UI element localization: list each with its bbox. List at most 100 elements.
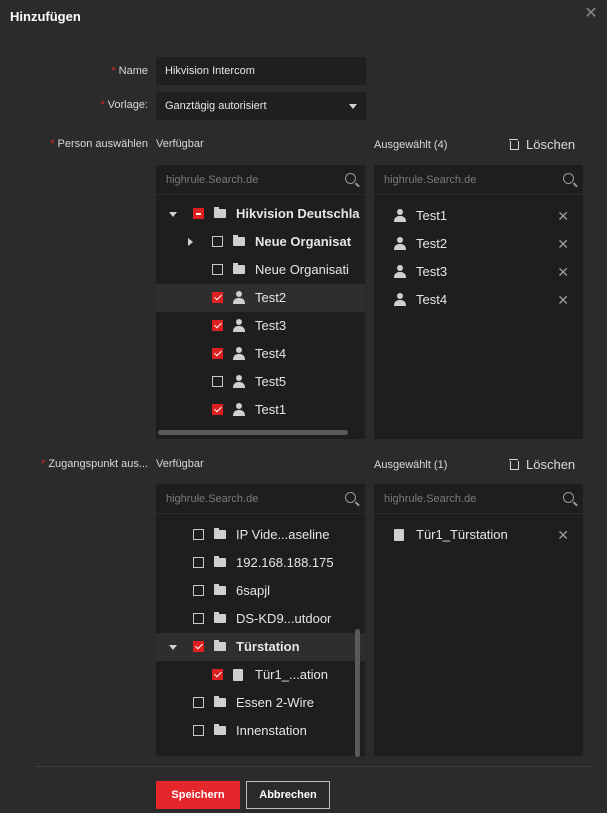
tree-row[interactable]: Test3 [156,312,365,340]
tree-row[interactable]: Hikvision Deutschla [156,200,365,228]
tree-row[interactable]: DS-KD9...utdoor [156,605,365,633]
access-selected-label: Ausgewählt (1) [374,459,448,471]
cancel-button[interactable]: Abbrechen [246,781,330,809]
tree-row[interactable]: Essen 2-Wire [156,689,365,717]
person-icon [394,293,406,306]
tree-checkbox[interactable] [193,208,204,219]
access-clear-button[interactable]: Löschen [509,457,575,472]
device-icon [233,669,243,681]
tree-checkbox[interactable] [212,404,223,415]
tree-checkbox[interactable] [193,697,204,708]
tree-label: Essen 2-Wire [236,695,315,710]
tree-checkbox[interactable] [193,529,204,540]
tree-checkbox[interactable] [193,725,204,736]
person-icon [394,237,406,250]
tree-checkbox[interactable] [193,557,204,568]
tree-checkbox[interactable] [212,292,223,303]
folder-icon [214,640,226,651]
tree-label: 6sapjl [236,583,270,598]
persons-selected-search-input[interactable]: highrule.Search.de [374,165,583,195]
selected-item: Test2 ✕ [374,230,583,258]
folder-icon [214,584,226,595]
tree-checkbox[interactable] [193,585,204,596]
selected-item-label: Tür1_Türstation [416,527,508,542]
person-icon [233,319,245,332]
search-icon[interactable] [563,173,574,184]
horizontal-scrollbar[interactable] [158,430,348,435]
person-icon [394,265,406,278]
close-icon[interactable]: ✕ [557,521,569,549]
persons-selected-label: Ausgewählt (4) [374,139,448,151]
template-select-value: Ganztägig autorisiert [165,100,267,112]
tree-label: Test3 [255,318,287,333]
tree-row[interactable]: Türstation [156,633,365,661]
persons-clear-button[interactable]: Löschen [509,137,575,152]
tree-label: Test2 [255,290,287,305]
vertical-scrollbar[interactable] [355,629,360,757]
search-icon[interactable] [563,492,574,503]
caret-right-icon[interactable] [188,238,193,246]
caret-down-icon[interactable] [169,645,177,650]
tree-row[interactable]: 192.168.188.175 [156,549,365,577]
selected-item: Test1 ✕ [374,202,583,230]
folder-icon [214,724,226,735]
tree-checkbox[interactable] [212,669,223,680]
tree-row[interactable]: Neue Organisati [156,256,365,284]
tree-checkbox[interactable] [212,264,223,275]
tree-label: Tür1_...ation [255,667,328,682]
access-selected-search-input[interactable]: highrule.Search.de [374,484,583,514]
tree-row[interactable]: Tür1_...ation [156,661,365,689]
folder-icon [214,528,226,539]
tree-checkbox[interactable] [212,236,223,247]
tree-checkbox[interactable] [193,613,204,624]
close-icon[interactable]: ✕ [557,258,569,286]
save-button[interactable]: Speichern [156,781,240,809]
selected-item-label: Test3 [416,264,448,279]
close-icon[interactable]: ✕ [557,202,569,230]
tree-checkbox[interactable] [212,348,223,359]
close-icon[interactable]: ✕ [557,230,569,258]
add-dialog: Hinzufügen ✕ * Name Hikvision Intercom * V… [0,0,607,813]
persons-available-search-input[interactable]: highrule.Search.de [156,165,365,195]
tree-row[interactable]: Neue Organisat [156,228,365,256]
tree-label: 192.168.188.175 [236,555,334,570]
tree-checkbox[interactable] [193,641,204,652]
access-available-panel: highrule.Search.de IP Vide...aseline 192.… [156,484,365,757]
selected-item: Test3 ✕ [374,258,583,286]
name-input[interactable]: Hikvision Intercom [156,57,366,85]
selected-item-label: Test2 [416,236,448,251]
tree-row[interactable]: Test5 [156,368,365,396]
search-icon[interactable] [345,173,356,184]
tree-row[interactable]: Innenstation [156,717,365,745]
person-icon [233,375,245,388]
tree-label: Hikvision Deutschla [236,206,360,221]
template-select[interactable]: Ganztägig autorisiert [156,92,366,120]
folder-icon [233,235,245,246]
tree-checkbox[interactable] [212,320,223,331]
close-icon[interactable]: ✕ [583,6,599,22]
device-icon [394,529,404,541]
tree-checkbox[interactable] [212,376,223,387]
tree-label: DS-KD9...utdoor [236,611,332,626]
caret-down-icon[interactable] [169,212,177,217]
tree-row[interactable]: Test1 [156,396,365,424]
tree-row[interactable]: Test2 [156,284,365,312]
persons-available-panel: highrule.Search.de Hikvision Deutschla Ne… [156,165,365,439]
search-icon[interactable] [345,492,356,503]
persons-available-label: Verfügbar [156,138,204,150]
tree-row[interactable]: Test4 [156,340,365,368]
tree-label: Neue Organisat [255,234,352,249]
tree-label: IP Vide...aseline [236,527,330,542]
access-available-label: Verfügbar [156,458,204,470]
close-icon[interactable]: ✕ [557,286,569,314]
tree-label: Türstation [236,639,300,654]
footer-divider [35,766,592,767]
trash-icon [509,458,519,470]
tree-row[interactable]: 6sapjl [156,577,365,605]
tree-label: Neue Organisati [255,262,349,277]
trash-icon [509,138,519,150]
tree-label: Test1 [255,402,287,417]
tree-row[interactable]: IP Vide...aseline [156,521,365,549]
access-point-label: * Zugangspunkt aus... [41,458,148,470]
access-available-search-input[interactable]: highrule.Search.de [156,484,365,514]
